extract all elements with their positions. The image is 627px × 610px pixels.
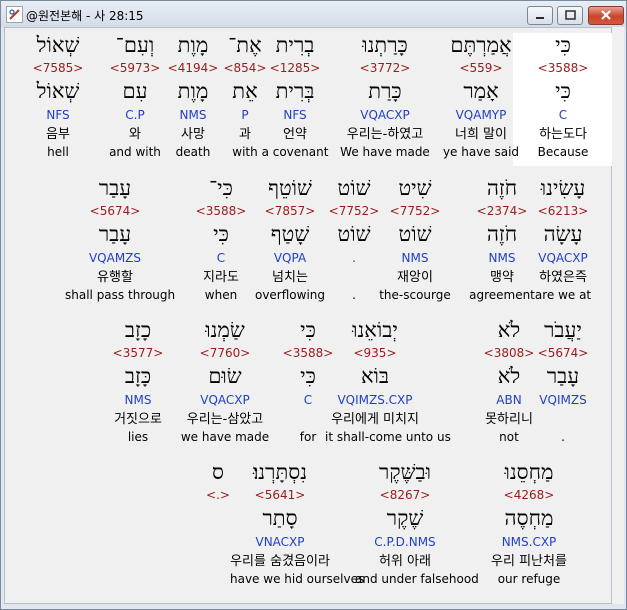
english-gloss: lies — [127, 430, 149, 444]
hebrew-word: אֲמַרְתֶּם — [450, 33, 512, 57]
strong-number: <2374> — [476, 204, 528, 218]
strong-number: <.> — [206, 488, 230, 502]
parsing-code: NMS.CXP — [501, 535, 557, 549]
hebrew-word: שַׂמְנוּ — [205, 318, 245, 342]
korean-gloss: 너희 말이 — [455, 127, 507, 142]
hebrew-word: כָּרַתְנוּ — [362, 33, 408, 57]
hebrew-word: עָבַר — [98, 176, 132, 200]
english-gloss: agreement — [469, 288, 535, 302]
strong-number: <5674> — [89, 204, 141, 218]
word-column[interactable]: לֹא <3808> לֹא ABN 못하리니 not — [459, 318, 559, 451]
word-column[interactable]: שְׁאוֹל <7585> שְׁאוֹל NFS 음부 hell — [8, 33, 108, 166]
english-gloss: shall pass through — [65, 288, 176, 302]
english-gloss: when — [204, 288, 238, 302]
korean-gloss: 지라도 — [203, 270, 239, 285]
word-column[interactable]: עָבַר <5674> עָבַר VQAMZS 유행할 shall pass thro… — [65, 176, 176, 309]
hebrew-root: שְׁאוֹל — [36, 79, 80, 103]
window-title: @원전본해 - 사 28:15 — [26, 9, 144, 23]
minimize-button[interactable] — [527, 6, 553, 25]
strong-number: <3772> — [359, 61, 411, 75]
scroll-gutter — [612, 27, 624, 604]
close-icon — [601, 10, 611, 20]
strong-number: <7760> — [199, 346, 251, 360]
hebrew-word: שְׁאוֹל — [36, 33, 80, 57]
hebrew-root: חֹזֶה — [486, 222, 518, 246]
hebrew-word: ס — [212, 460, 224, 484]
korean-gloss: 음부 — [46, 127, 70, 142]
app-icon[interactable] — [6, 6, 23, 23]
english-gloss: not — [499, 430, 519, 444]
minimize-icon — [536, 17, 544, 19]
korean-gloss: 우리는-삼았고 — [186, 412, 264, 427]
hebrew-word: כִּי־ — [209, 176, 233, 200]
interlinear-panel[interactable]: כִּי <3588> כִּי C 하는도다 Because אֲמַרְתֶּם <559… — [4, 27, 613, 604]
parsing-code: VQACXP — [360, 108, 410, 122]
maximize-icon — [565, 10, 576, 20]
parsing-code: VQAMZS — [88, 251, 142, 265]
english-gloss: We have made — [340, 145, 430, 159]
title-bar[interactable]: @원전본해 - 사 28:15 — [1, 1, 626, 27]
word-column[interactable]: חֹזֶה <2374> חֹזֶה NMS 맹약 agreement — [452, 176, 552, 309]
korean-gloss: 거짓으로 — [114, 412, 162, 427]
parsing-code: NMS — [488, 251, 516, 265]
hebrew-word: חֹזֶה — [486, 176, 518, 200]
korean-gloss: 못하리니 — [485, 412, 533, 427]
hebrew-root: מַחְסֶה — [504, 506, 554, 530]
english-gloss: our refuge — [497, 572, 561, 586]
word-column[interactable]: מַחְסֵנוּ <4268> מַחְסֶה NMS.CXP 우리 피난처를 our … — [479, 460, 579, 593]
english-gloss: hell — [47, 145, 69, 159]
hebrew-root: כִּי — [213, 222, 229, 246]
english-gloss: and under falsehood — [355, 572, 479, 586]
word-column[interactable]: כָּרַתְנוּ <3772> כָּרַת VQACXP 우리는-하였고 We ha… — [335, 33, 435, 166]
korean-gloss: 우리는-하였고 — [346, 127, 424, 142]
hebrew-root: שֶׁקֶר — [386, 506, 424, 530]
hebrew-root: שׂוּם — [208, 364, 242, 388]
korean-gloss: 우리 피난처를 — [491, 554, 567, 569]
hebrew-root: כָּזָב — [124, 364, 152, 388]
hebrew-root: לֹא — [497, 364, 521, 388]
close-button[interactable] — [588, 6, 624, 25]
word-column[interactable]: שַׂמְנוּ <7760> שׂוּם VQACXP 우리는-삼았고 we have … — [175, 318, 275, 451]
parsing-code: VQACXP — [200, 393, 250, 407]
parsing-code: NMS — [124, 393, 152, 407]
app-window: @원전본해 - 사 28:15 כִּי <3588> כִּי C 하는도다 Becau… — [0, 0, 627, 610]
parsing-code: C.P.D.NMS — [374, 535, 436, 549]
parsing-code: VQAMYP — [455, 108, 507, 122]
strong-number: <3577> — [112, 346, 164, 360]
strong-number: <8267> — [379, 488, 431, 502]
strong-number: <3808> — [483, 346, 535, 360]
hebrew-root: עָבַר — [98, 222, 132, 246]
strong-number: <559> — [459, 61, 503, 75]
hebrew-root: כָּרַת — [368, 79, 402, 103]
korean-gloss: 허위 아래 — [379, 554, 431, 569]
hebrew-word: מַחְסֵנוּ — [504, 460, 554, 484]
korean-gloss: 맹약 — [490, 270, 514, 285]
word-column[interactable]: כִּי־ <3588> כִּי C 지라도 when — [171, 176, 271, 309]
word-column[interactable]: אֲמַרְתֶּם <559> אָמַר VQAMYP 너희 말이 ye have s… — [431, 33, 531, 166]
english-gloss: we have made — [180, 430, 270, 444]
parsing-code: ABN — [496, 393, 522, 407]
strong-number: <7585> — [32, 61, 84, 75]
korean-gloss: 유행할 — [97, 270, 133, 285]
word-column[interactable]: וּבַשֶּׁקֶר <8267> שֶׁקֶר C.P.D.NMS 허위 아래 and… — [355, 460, 479, 593]
strong-number: <3588> — [195, 204, 247, 218]
maximize-button[interactable] — [557, 6, 583, 25]
strong-number: <4268> — [503, 488, 555, 502]
word-column[interactable]: ס <.> — [168, 460, 268, 593]
parsing-code: C — [216, 251, 226, 265]
word-column[interactable]: כָזָב <3577> כָּזָב NMS 거짓으로 lies — [88, 318, 188, 451]
english-gloss: ye have said — [442, 145, 520, 159]
hebrew-word: וּבַשֶּׁקֶר — [379, 460, 431, 484]
hebrew-root: אָמַר — [463, 79, 499, 103]
parsing-code: NFS — [46, 108, 70, 122]
hebrew-word: לֹא — [497, 318, 521, 342]
hebrew-word: כָזָב — [124, 318, 152, 342]
